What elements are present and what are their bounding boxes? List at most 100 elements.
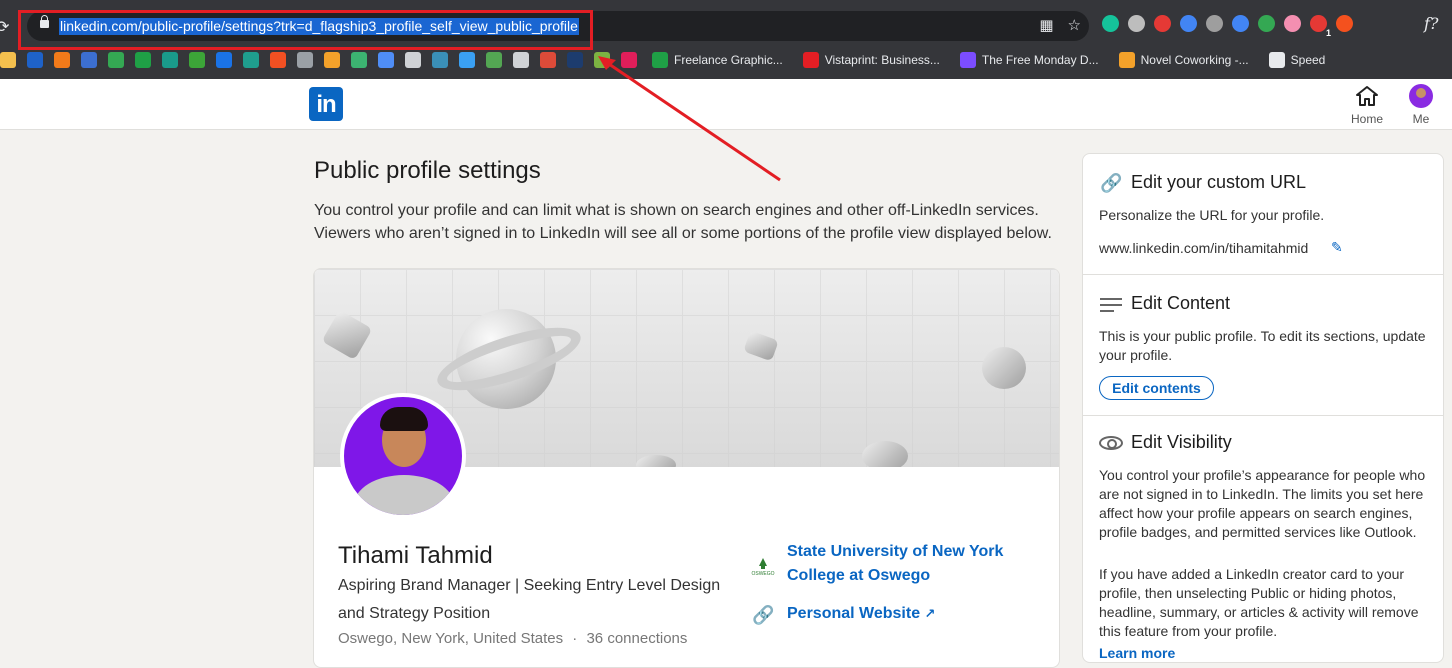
fsa-icon[interactable] bbox=[567, 52, 583, 68]
learn-more-link[interactable]: Learn more bbox=[1099, 645, 1175, 661]
settings-sidebar: 🔗 Edit your custom URL Personalize the U… bbox=[1082, 153, 1444, 663]
bookmark-label: Freelance Graphic... bbox=[674, 53, 783, 67]
frog-icon[interactable] bbox=[351, 52, 367, 68]
profile-name: Tihami Tahmid bbox=[338, 542, 493, 569]
page-description: You control your profile and can limit w… bbox=[314, 202, 1052, 242]
slash-icon[interactable] bbox=[378, 52, 394, 68]
school-logo: OSWEGO bbox=[751, 558, 775, 577]
bookmark-label: Speed bbox=[1290, 53, 1326, 67]
reload-icon[interactable]: ⟳ bbox=[0, 17, 9, 37]
bookmark-item[interactable]: Freelance Graphic... bbox=[652, 52, 783, 68]
bb-icon[interactable] bbox=[0, 52, 16, 68]
drop-icon[interactable] bbox=[162, 52, 178, 68]
orange-circle-icon[interactable] bbox=[54, 52, 70, 68]
extension-icon[interactable] bbox=[1206, 15, 1223, 32]
edit-content-title: Edit Content bbox=[1131, 293, 1231, 313]
windows-icon[interactable] bbox=[270, 52, 286, 68]
extension-icon[interactable] bbox=[1336, 15, 1353, 32]
extensions-bar: 1 bbox=[1102, 15, 1353, 38]
separator: · bbox=[572, 630, 578, 647]
bug-icon[interactable] bbox=[432, 52, 448, 68]
c-circle-icon[interactable] bbox=[216, 52, 232, 68]
vistaprint-icon bbox=[802, 52, 819, 68]
extension-icon[interactable] bbox=[1284, 15, 1301, 32]
extensions-menu-icon[interactable]: f? bbox=[1424, 14, 1439, 33]
page-title: Public profile settings bbox=[314, 157, 541, 184]
eye-icon bbox=[1099, 436, 1123, 450]
extension-icon[interactable]: 1 bbox=[1310, 15, 1331, 38]
bookmark-item[interactable]: Vistaprint: Business... bbox=[802, 52, 940, 68]
qr-code-icon[interactable]: ▦ bbox=[1039, 16, 1053, 34]
linkedin-nav: in Home Me bbox=[0, 79, 1452, 130]
edit-visibility-text: You control your profile’s appearance fo… bbox=[1099, 467, 1426, 540]
mm-icon[interactable] bbox=[486, 52, 502, 68]
cloud-icon[interactable] bbox=[459, 52, 475, 68]
custom-url-text: Personalize the URL for your profile. bbox=[1099, 207, 1325, 223]
custom-url-title: Edit your custom URL bbox=[1131, 172, 1307, 192]
bookmark-label: Novel Coworking -... bbox=[1140, 53, 1249, 67]
shield-bookmark-icon[interactable] bbox=[27, 52, 43, 68]
content-lines-icon bbox=[1100, 298, 1122, 312]
chain-link-icon: 🔗 bbox=[1100, 173, 1123, 193]
omnibox-actions: ▦ ☆ bbox=[1039, 16, 1081, 34]
home-icon bbox=[1342, 84, 1392, 108]
personal-website-link[interactable]: Personal Website ↗ bbox=[787, 605, 935, 623]
creator-card-text: If you have added a LinkedIn creator car… bbox=[1099, 566, 1419, 639]
image-icon[interactable] bbox=[297, 52, 313, 68]
linkedin-logo[interactable]: in bbox=[309, 87, 343, 121]
bookmark-item[interactable]: Speed bbox=[1268, 52, 1326, 68]
bookmark-item[interactable]: Novel Coworking -... bbox=[1118, 52, 1249, 68]
o-circle-icon[interactable] bbox=[513, 52, 529, 68]
extension-icon[interactable] bbox=[1154, 15, 1171, 32]
extension-icon[interactable] bbox=[1180, 15, 1197, 32]
extension-icon[interactable] bbox=[1128, 15, 1145, 32]
bookmark-star-icon[interactable]: ☆ bbox=[1068, 16, 1081, 34]
bookmark-label: Vistaprint: Business... bbox=[824, 53, 940, 67]
annotation-box bbox=[18, 10, 593, 50]
bookmarks-bar: Freelance Graphic... Vistaprint: Business… bbox=[0, 48, 1452, 72]
bookmark-item[interactable]: The Free Monday D... bbox=[959, 52, 1099, 68]
external-link-icon: ↗ bbox=[924, 606, 936, 621]
edit-content-text: This is your public profile. To edit its… bbox=[1099, 328, 1426, 363]
profile-connections: 36 connections bbox=[586, 630, 688, 647]
custom-url-section: 🔗 Edit your custom URL Personalize the U… bbox=[1083, 154, 1443, 275]
ck-icon[interactable] bbox=[135, 52, 151, 68]
leaf-icon[interactable] bbox=[189, 52, 205, 68]
k-icon[interactable] bbox=[243, 52, 259, 68]
atlas-icon[interactable] bbox=[81, 52, 97, 68]
extension-badge: 1 bbox=[1325, 28, 1331, 38]
play-icon[interactable] bbox=[324, 52, 340, 68]
speed-icon bbox=[1268, 52, 1285, 68]
edit-visibility-title: Edit Visibility bbox=[1131, 432, 1232, 452]
profile-photo bbox=[340, 393, 466, 519]
nav-home-label: Home bbox=[1350, 112, 1383, 126]
banner-sphere bbox=[862, 441, 908, 467]
profile-school-link[interactable]: State University of New York College at … bbox=[787, 540, 1017, 588]
link-icon: 🔗 bbox=[752, 605, 775, 625]
profile-headline: Aspiring Brand Manager | Seeking Entry L… bbox=[338, 577, 721, 622]
extension-icon[interactable] bbox=[1102, 15, 1119, 32]
slack-icon[interactable] bbox=[621, 52, 637, 68]
picture-icon[interactable] bbox=[594, 52, 610, 68]
edit-url-pencil-icon[interactable]: ✎ bbox=[1331, 239, 1343, 256]
edit-contents-button[interactable]: Edit contents bbox=[1099, 376, 1214, 400]
g-circle-icon[interactable] bbox=[540, 52, 556, 68]
profile-location-line: Oswego, New York, United States · 36 con… bbox=[338, 630, 687, 647]
profile-location: Oswego, New York, United States bbox=[338, 630, 564, 647]
personal-website-label: Personal Website bbox=[787, 605, 921, 622]
google-drive-icon[interactable] bbox=[108, 52, 124, 68]
free-monday-icon bbox=[959, 52, 976, 68]
nav-home[interactable]: Home bbox=[1342, 84, 1392, 126]
banner-sphere bbox=[982, 347, 1026, 389]
me-avatar bbox=[1409, 84, 1433, 108]
globe-icon[interactable] bbox=[405, 52, 421, 68]
bookmark-label: The Free Monday D... bbox=[981, 53, 1099, 67]
nav-me-label: Me bbox=[1412, 112, 1430, 126]
custom-url-value: www.linkedin.com/in/tihamitahmid bbox=[1099, 240, 1309, 256]
extension-icon[interactable] bbox=[1232, 15, 1249, 32]
nav-me[interactable]: Me bbox=[1396, 84, 1446, 126]
svg-text:OSWEGO: OSWEGO bbox=[751, 571, 774, 577]
pd-icon bbox=[652, 52, 668, 68]
extension-icon[interactable] bbox=[1258, 15, 1275, 32]
novel-icon bbox=[1118, 52, 1135, 68]
